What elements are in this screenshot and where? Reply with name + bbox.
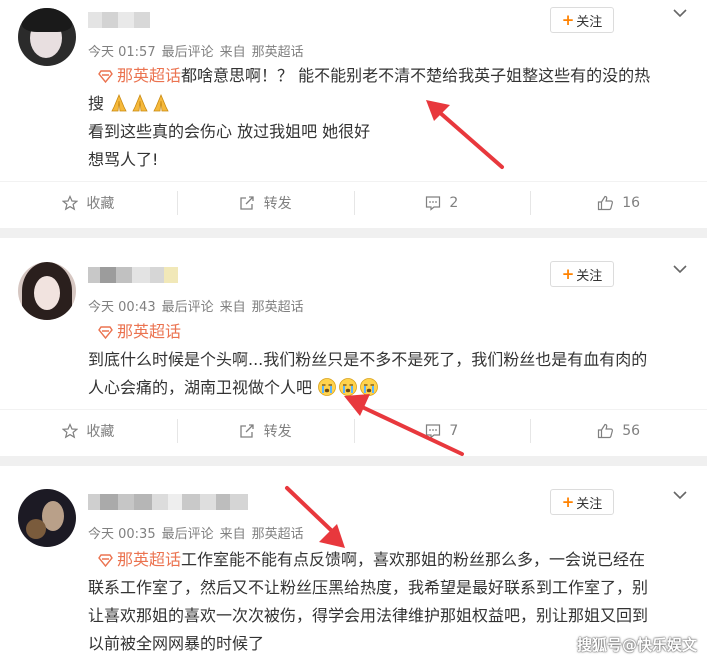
follow-button[interactable]: + 关注 <box>550 489 614 515</box>
repost-button[interactable]: 转发 <box>176 410 354 451</box>
chevron-down-icon[interactable] <box>672 261 688 277</box>
content-line: 搜 <box>88 90 688 118</box>
watermark: 搜狐号@快乐娱文 <box>576 636 697 654</box>
action-bar: 收藏 转发 2 16 <box>0 181 707 223</box>
plus-icon: + <box>561 493 575 511</box>
follow-button[interactable]: + 关注 <box>550 261 614 287</box>
comment-icon <box>426 195 441 211</box>
diamond-icon <box>98 326 113 339</box>
username-blurred[interactable] <box>88 12 150 28</box>
thumbs-up-icon <box>598 195 614 210</box>
pray-emoji <box>153 93 169 112</box>
thumbs-up-icon <box>598 423 614 438</box>
post-activity: 最后评论 <box>161 527 214 542</box>
content-line: 想骂人了! <box>88 150 159 169</box>
source-link[interactable]: 那英超话 <box>252 300 304 315</box>
source-prefix: 来自 <box>219 300 246 315</box>
post-activity: 最后评论 <box>161 300 214 315</box>
topic-link[interactable]: 那英超话 <box>98 322 181 341</box>
repost-button[interactable]: 转发 <box>176 182 354 223</box>
post-meta: 今天 00:43 最后评论 来自 那英超话 <box>88 296 310 315</box>
avatar[interactable] <box>18 262 76 320</box>
source-link[interactable]: 那英超话 <box>252 45 304 60</box>
crying-emoji <box>318 378 337 396</box>
content-line: 那英超话都啥意思啊！？ 能不能别老不清不楚给我英子姐整这些有的没的热 <box>88 62 688 90</box>
avatar[interactable] <box>18 8 76 66</box>
post-activity: 最后评论 <box>161 45 214 60</box>
post-time: 今天 00:43 <box>88 300 156 315</box>
star-icon <box>62 422 79 438</box>
post-time: 今天 00:35 <box>88 527 156 542</box>
pray-emoji <box>111 93 127 112</box>
content-line: 到底什么时候是个头啊...我们粉丝只是不多不是死了，我们粉丝也是有血有肉的 <box>88 350 648 369</box>
annotation-arrow-3 <box>285 486 345 548</box>
topic-link[interactable]: 那英超话 <box>98 66 181 85</box>
follow-button[interactable]: + 关注 <box>550 7 614 33</box>
post-meta: 今天 01:57 最后评论 来自 那英超话 <box>88 41 310 60</box>
chevron-down-icon[interactable] <box>672 5 688 21</box>
diamond-icon <box>98 554 113 567</box>
content-line: 那英超话 <box>88 318 688 346</box>
content-line: 那英超话工作室能不能有点反馈啊，喜欢那姐的粉丝那么多，一会说已经在 <box>88 546 688 574</box>
annotation-arrow-2 <box>344 394 464 456</box>
post-card-1: 今天 01:57 最后评论 来自 那英超话 + 关注 那英超话都啥意思啊！？ 能不能别老… <box>0 0 707 228</box>
like-button[interactable]: 56 <box>530 410 707 451</box>
repost-icon <box>239 423 254 438</box>
repost-icon <box>239 195 254 210</box>
annotation-arrow-1 <box>426 100 504 169</box>
post-time: 今天 01:57 <box>88 45 156 60</box>
post-content: 那英超话都啥意思啊！？ 能不能别老不清不楚给我英子姐整这些有的没的热 搜 看到这… <box>88 62 688 174</box>
username-blurred[interactable] <box>88 494 248 510</box>
pray-emoji-group <box>104 93 172 113</box>
star-icon <box>62 194 79 210</box>
plus-icon: + <box>561 265 575 283</box>
content-line: 看到这些真的会伤心 放过我姐吧 她很好 <box>88 122 371 141</box>
avatar[interactable] <box>18 489 76 547</box>
post-meta: 今天 00:35 最后评论 来自 那英超话 <box>88 523 310 542</box>
plus-icon: + <box>561 11 575 29</box>
topic-link[interactable]: 那英超话 <box>98 550 181 569</box>
comment-button[interactable]: 2 <box>353 182 531 223</box>
diamond-icon <box>98 70 113 83</box>
chevron-down-icon[interactable] <box>672 487 688 503</box>
like-button[interactable]: 16 <box>530 182 707 223</box>
source-prefix: 来自 <box>219 527 246 542</box>
content-line: 让喜欢那姐的喜欢一次次被伤，得学会用法律维护那姐权益吧，别让那姐又回到 <box>88 606 649 625</box>
content-line: 联系工作室了，然后又不让粉丝压黑给热度，我希望是最好联系到工作室了，别 <box>88 578 649 597</box>
favorite-button[interactable]: 收藏 <box>0 182 177 223</box>
source-prefix: 来自 <box>219 45 246 60</box>
username-blurred[interactable] <box>88 267 178 283</box>
favorite-button[interactable]: 收藏 <box>0 410 177 451</box>
pray-emoji <box>132 93 148 112</box>
